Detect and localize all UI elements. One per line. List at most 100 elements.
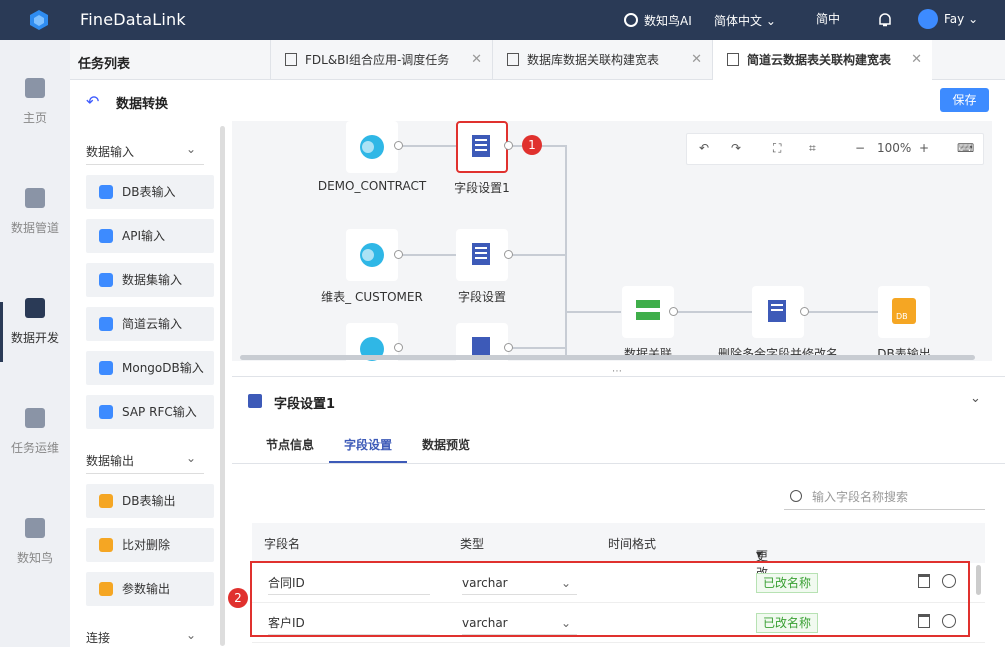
- zoom-level: 100%: [877, 141, 912, 155]
- file-icon: [727, 53, 739, 66]
- zoom-in-icon[interactable]: +: [919, 141, 929, 155]
- redo-icon[interactable]: ↷: [731, 141, 741, 155]
- node-rename[interactable]: [752, 286, 804, 338]
- save-button[interactable]: 保存: [940, 88, 989, 112]
- tab-label: 数据库数据关联构建宽表: [527, 53, 660, 67]
- bell-icon[interactable]: [878, 12, 892, 28]
- component-mongodb-input[interactable]: MongoDB输入: [86, 351, 214, 385]
- language-select[interactable]: 简体中文 ⌄: [714, 12, 776, 29]
- node-field-setting-1[interactable]: [456, 121, 508, 173]
- user-name: Fay: [944, 12, 965, 26]
- chevron-down-icon: ⌄: [186, 451, 197, 465]
- canvas-toolbar: ↶ ↷ ⛶ ⌗ − 100% + ⌨: [686, 133, 984, 165]
- tab-db-join[interactable]: 数据库数据关联构建宽表 ✕: [492, 40, 712, 80]
- column-header: 类型: [460, 537, 485, 551]
- layout-icon[interactable]: ⌗: [809, 141, 816, 156]
- nav-item-ops[interactable]: 任务运维: [0, 408, 70, 456]
- component-db-input[interactable]: DB表输入: [86, 175, 214, 209]
- port[interactable]: [504, 343, 513, 352]
- port[interactable]: [669, 307, 678, 316]
- connector: [565, 145, 567, 355]
- section-label: 连接: [86, 631, 111, 645]
- component-param-output[interactable]: 参数输出: [86, 572, 214, 606]
- tab-label: 简道云数据表关联构建宽表: [747, 53, 892, 67]
- home-icon: [25, 78, 45, 98]
- node-field-setting[interactable]: [456, 229, 508, 281]
- back-icon[interactable]: ↶: [86, 92, 99, 111]
- port[interactable]: [394, 343, 403, 352]
- canvas-scrollbar[interactable]: [240, 355, 975, 360]
- chevron-down-icon: ⌄: [186, 142, 197, 156]
- panel-scrollbar[interactable]: [220, 126, 225, 646]
- close-icon[interactable]: ✕: [691, 40, 702, 80]
- component-jdy-input[interactable]: 简道云输入: [86, 307, 214, 341]
- ops-icon: [25, 408, 45, 428]
- node-demo-contract[interactable]: [346, 121, 398, 173]
- port[interactable]: [394, 250, 403, 259]
- connector: [676, 311, 752, 313]
- ai-button[interactable]: 数知鸟AI: [624, 12, 692, 29]
- nav-item-home[interactable]: 主页: [0, 78, 70, 126]
- connector: [806, 311, 878, 313]
- node-db-output[interactable]: DB: [878, 286, 930, 338]
- keyboard-icon[interactable]: ⌨: [957, 141, 974, 155]
- connector: [398, 145, 456, 147]
- component-compare-delete[interactable]: 比对删除: [86, 528, 214, 562]
- connector: [512, 347, 566, 349]
- tab-data-preview[interactable]: 数据预览: [422, 436, 470, 453]
- ai-icon: [624, 13, 638, 27]
- table-scrollbar[interactable]: [976, 565, 981, 595]
- section-connect[interactable]: 连接 ⌄: [86, 628, 216, 646]
- close-icon[interactable]: ✕: [911, 40, 922, 80]
- undo-icon[interactable]: ↶: [699, 141, 709, 155]
- zoom-out-icon[interactable]: −: [855, 141, 865, 155]
- file-icon: [285, 53, 297, 66]
- component-panel: 数据输入 ⌄ DB表输入 API输入 数据集输入 简道云输入 MongoDB输入 …: [70, 121, 230, 647]
- tab-field-settings[interactable]: 字段设置: [344, 436, 392, 453]
- svg-text:DB: DB: [896, 312, 908, 321]
- port[interactable]: [504, 250, 513, 259]
- table-header: 字段名 类型 时间格式 更改 ▾: [252, 523, 985, 580]
- lang-short-button[interactable]: 简中: [816, 10, 840, 27]
- port[interactable]: [394, 141, 403, 150]
- fit-icon[interactable]: ⛶: [773, 141, 781, 156]
- node-customer[interactable]: [346, 229, 398, 281]
- connector: [512, 254, 566, 256]
- field-search-input[interactable]: 输入字段名称搜索: [784, 485, 985, 510]
- node-data-join[interactable]: [622, 286, 674, 338]
- tab-node-info[interactable]: 节点信息: [266, 436, 314, 453]
- section-input[interactable]: 数据输入 ⌄: [86, 142, 216, 160]
- port[interactable]: [800, 307, 809, 316]
- chevron-down-icon: ⌄: [968, 12, 979, 26]
- component-sap-input[interactable]: SAP RFC输入: [86, 395, 214, 429]
- nav-item-dev[interactable]: 数据开发: [0, 298, 70, 346]
- chevron-down-icon[interactable]: ⌄: [970, 391, 981, 406]
- component-label: 数据集输入: [122, 273, 183, 287]
- page-title: 数据转换: [116, 97, 169, 112]
- api-icon: [99, 229, 113, 243]
- compare-icon: [99, 538, 113, 552]
- port[interactable]: [504, 141, 513, 150]
- tabs-row: 任务列表 FDL&BI组合应用-调度任务 ✕ 数据库数据关联构建宽表 ✕ 简道云数据…: [70, 40, 1005, 80]
- pipeline-icon: [25, 188, 45, 208]
- field-setting-icon: [472, 243, 490, 265]
- tab-jdy-join[interactable]: 简道云数据表关联构建宽表 ✕: [712, 40, 932, 80]
- divider: [86, 473, 204, 474]
- nav-label: 数据管道: [10, 221, 59, 235]
- component-api-input[interactable]: API输入: [86, 219, 214, 253]
- chevron-down-icon: ⌄: [765, 14, 776, 28]
- node-label: 字段设置1: [454, 181, 510, 195]
- column-header: 时间格式: [608, 537, 657, 551]
- nav-item-pipeline[interactable]: 数据管道: [0, 188, 70, 236]
- nav-label: 任务运维: [10, 441, 59, 455]
- user-menu[interactable]: Fay ⌄: [918, 9, 978, 29]
- tab-fdl-bi[interactable]: FDL&BI组合应用-调度任务 ✕: [270, 40, 492, 80]
- nav-item-zhiniao[interactable]: 数知鸟: [0, 518, 70, 566]
- component-dataset-input[interactable]: 数据集输入: [86, 263, 214, 297]
- nav-label: 主页: [22, 111, 47, 125]
- component-db-output[interactable]: DB表输出: [86, 484, 214, 518]
- component-label: 简道云输入: [122, 317, 183, 331]
- close-icon[interactable]: ✕: [471, 40, 482, 80]
- section-output[interactable]: 数据输出 ⌄: [86, 451, 216, 469]
- ai-label: 数知鸟AI: [644, 14, 692, 28]
